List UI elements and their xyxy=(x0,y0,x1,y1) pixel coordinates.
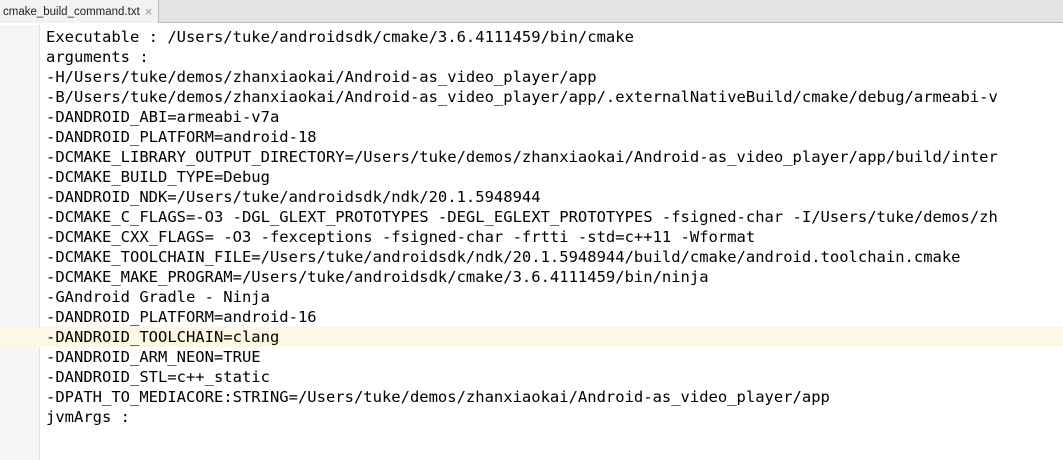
editor-line[interactable]: -DCMAKE_MAKE_PROGRAM=/Users/tuke/android… xyxy=(0,267,1063,287)
editor-line[interactable]: -DANDROID_PLATFORM=android-18 xyxy=(0,127,1063,147)
line-text: -DCMAKE_C_FLAGS=-O3 -DGL_GLEXT_PROTOTYPE… xyxy=(46,208,998,226)
line-text: -DANDROID_ARM_NEON=TRUE xyxy=(46,348,261,366)
close-icon[interactable]: × xyxy=(145,5,153,18)
line-text: -B/Users/tuke/demos/zhanxiaokai/Android-… xyxy=(46,88,998,106)
line-text: -DANDROID_NDK=/Users/tuke/androidsdk/ndk… xyxy=(46,188,541,206)
line-text: -DCMAKE_TOOLCHAIN_FILE=/Users/tuke/andro… xyxy=(46,248,961,266)
line-text: -DCMAKE_CXX_FLAGS= -O3 -fexceptions -fsi… xyxy=(46,228,756,246)
editor-lines: Executable : /Users/tuke/androidsdk/cmak… xyxy=(0,27,1063,427)
editor-line[interactable]: -GAndroid Gradle - Ninja xyxy=(0,287,1063,307)
line-text: -GAndroid Gradle - Ninja xyxy=(46,288,270,306)
editor-line[interactable]: -DCMAKE_LIBRARY_OUTPUT_DIRECTORY=/Users/… xyxy=(0,147,1063,167)
text-editor[interactable]: Executable : /Users/tuke/androidsdk/cmak… xyxy=(0,25,1063,460)
line-text: -H/Users/tuke/demos/zhanxiaokai/Android-… xyxy=(46,68,597,86)
editor-line[interactable]: -DCMAKE_TOOLCHAIN_FILE=/Users/tuke/andro… xyxy=(0,247,1063,267)
tab-label: cmake_build_command.txt xyxy=(3,5,140,18)
line-text: -DANDROID_STL=c++_static xyxy=(46,368,270,386)
editor-line[interactable]: -DCMAKE_CXX_FLAGS= -O3 -fexceptions -fsi… xyxy=(0,227,1063,247)
line-text: -DCMAKE_BUILD_TYPE=Debug xyxy=(46,168,270,186)
editor-line[interactable]: -DANDROID_ARM_NEON=TRUE xyxy=(0,347,1063,367)
line-text: -DANDROID_PLATFORM=android-16 xyxy=(46,308,317,326)
editor-line[interactable]: -DANDROID_ABI=armeabi-v7a xyxy=(0,107,1063,127)
line-text: -DANDROID_ABI=armeabi-v7a xyxy=(46,108,280,126)
line-text: -DCMAKE_LIBRARY_OUTPUT_DIRECTORY=/Users/… xyxy=(46,148,998,166)
line-text: arguments : xyxy=(46,48,149,66)
line-text: -DPATH_TO_MEDIACORE:STRING=/Users/tuke/d… xyxy=(46,388,830,406)
line-text: Executable : /Users/tuke/androidsdk/cmak… xyxy=(46,28,634,46)
editor-line[interactable]: -DCMAKE_BUILD_TYPE=Debug xyxy=(0,167,1063,187)
tab-bar: cmake_build_command.txt × xyxy=(0,0,1063,23)
editor-line[interactable]: -DANDROID_NDK=/Users/tuke/androidsdk/ndk… xyxy=(0,187,1063,207)
editor-line[interactable]: -DANDROID_STL=c++_static xyxy=(0,367,1063,387)
line-text: -DANDROID_TOOLCHAIN=clang xyxy=(46,328,280,346)
tab-cmake-build-command[interactable]: cmake_build_command.txt × xyxy=(0,0,160,23)
line-text: jvmArgs : xyxy=(46,408,130,426)
line-text: -DANDROID_PLATFORM=android-18 xyxy=(46,128,317,146)
line-text: -DCMAKE_MAKE_PROGRAM=/Users/tuke/android… xyxy=(46,268,709,286)
editor-line[interactable]: -H/Users/tuke/demos/zhanxiaokai/Android-… xyxy=(0,67,1063,87)
editor-line[interactable]: -B/Users/tuke/demos/zhanxiaokai/Android-… xyxy=(0,87,1063,107)
editor-line[interactable]: jvmArgs : xyxy=(0,407,1063,427)
editor-line[interactable]: -DPATH_TO_MEDIACORE:STRING=/Users/tuke/d… xyxy=(0,387,1063,407)
editor-line[interactable]: arguments : xyxy=(0,47,1063,67)
editor-line[interactable]: -DCMAKE_C_FLAGS=-O3 -DGL_GLEXT_PROTOTYPE… xyxy=(0,207,1063,227)
editor-line[interactable]: Executable : /Users/tuke/androidsdk/cmak… xyxy=(0,27,1063,47)
editor-line[interactable]: -DANDROID_PLATFORM=android-16 xyxy=(0,307,1063,327)
editor-line-current[interactable]: -DANDROID_TOOLCHAIN=clang xyxy=(0,327,1063,347)
